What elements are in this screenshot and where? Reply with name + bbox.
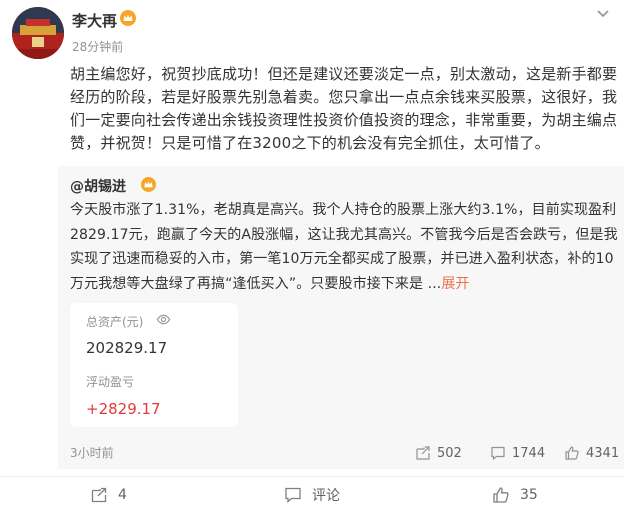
repost-block[interactable]: @胡锡进 今天股市涨了1.31%，老胡真是高兴。我个人持仓的股票上涨大约3.1%… — [58, 166, 624, 469]
repost-text-body: 今天股市涨了1.31%，老胡真是高兴。我个人持仓的股票上涨大约3.1%，目前实现… — [70, 202, 618, 292]
repost-stat-reposts[interactable]: 502 — [415, 444, 462, 462]
repost-button[interactable]: 4 — [90, 485, 127, 505]
pnl-value: +2829.17 — [86, 400, 161, 418]
repost-button-count: 4 — [118, 487, 127, 503]
comment-button[interactable]: 评论 — [284, 485, 340, 505]
pnl-label: 浮动盈亏 — [86, 375, 135, 389]
thumbs-up-icon — [565, 446, 579, 460]
vip-crown-icon — [141, 177, 156, 192]
repost-stat-likes[interactable]: 4341 — [564, 444, 619, 462]
comment-count: 1744 — [512, 445, 546, 461]
like-count: 4341 — [586, 445, 620, 461]
comment-icon — [285, 487, 301, 503]
asset-card[interactable]: 总资产(元) 202829.17 浮动盈亏 +2829.17 — [70, 303, 238, 427]
avatar[interactable] — [12, 7, 64, 59]
action-bar: 4 评论 35 — [0, 477, 624, 510]
thumbs-up-icon — [493, 487, 509, 503]
chevron-down-icon[interactable] — [594, 4, 612, 22]
repost-count: 502 — [437, 445, 462, 461]
post-header: 李大再 28分钟前 — [0, 0, 624, 60]
repost-footer: 3小时前 502 1744 4341 — [70, 444, 619, 464]
like-button[interactable]: 35 — [492, 485, 538, 505]
vip-crown-icon — [120, 10, 136, 26]
repost-text: 今天股市涨了1.31%，老胡真是高兴。我个人持仓的股票上涨大约3.1%，目前实现… — [70, 198, 618, 296]
comment-button-label: 评论 — [312, 488, 340, 504]
asset-label: 总资产(元) — [86, 315, 144, 329]
repost-time[interactable]: 3小时前 — [70, 444, 114, 461]
like-button-count: 35 — [520, 487, 538, 503]
post-text: 胡主编您好，祝贺抄底成功！但还是建议还要淡定一点，别太激动，这是新手都要经历的阶… — [70, 65, 618, 152]
eye-icon[interactable] — [156, 312, 171, 327]
repost-icon — [91, 487, 107, 503]
repost-author[interactable]: @胡锡进 — [70, 176, 126, 196]
expand-link[interactable]: 展开 — [441, 276, 469, 292]
repost-stat-comments[interactable]: 1744 — [490, 444, 545, 462]
comment-icon — [491, 446, 505, 461]
asset-value: 202829.17 — [86, 339, 168, 357]
repost-icon — [416, 446, 430, 460]
avatar-image — [12, 7, 64, 59]
post-time[interactable]: 28分钟前 — [72, 38, 123, 55]
author-name[interactable]: 李大再 — [72, 10, 117, 31]
